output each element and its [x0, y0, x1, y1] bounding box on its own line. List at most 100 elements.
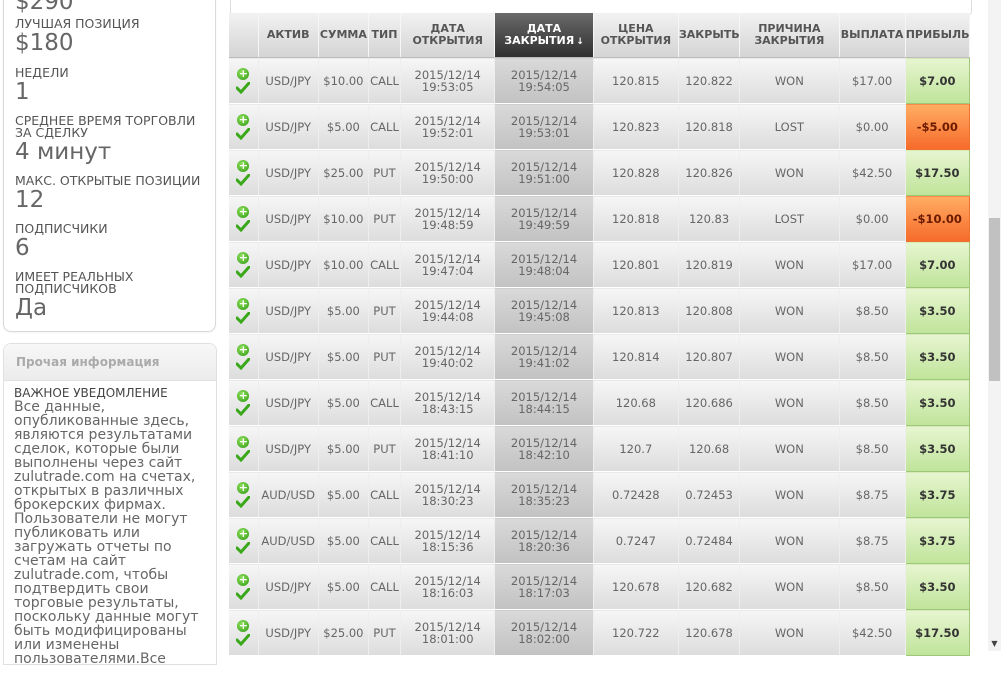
cell-profit: $3.50	[904, 425, 970, 472]
plus-circle-icon[interactable]: +	[237, 297, 250, 310]
cell-close-date-text: 19:51:00	[518, 171, 570, 186]
cell-type-text: CALL	[370, 395, 399, 410]
plus-circle-icon[interactable]: +	[237, 527, 250, 540]
cell-close-reason: LOST	[739, 103, 840, 150]
stat-value: 12	[15, 187, 45, 213]
header-col-type[interactable]: ТИП	[368, 13, 402, 58]
cell-type-text: CALL	[370, 73, 399, 88]
stat-avg-trade-time: СРЕДНЕЕ ВРЕМЯ ТОРГОВЛИ ЗА СДЕЛКУ 4 минут	[15, 113, 210, 165]
plus-circle-icon[interactable]: +	[237, 435, 250, 448]
table-row[interactable]: + USD/JPY $25.00 PUT 2015/12/14 18:01:00 2015/…	[229, 609, 970, 656]
header-col-profit[interactable]: ПРИБЫЛЬ	[905, 13, 970, 58]
plus-circle-icon[interactable]: +	[237, 343, 250, 356]
cell-profit-text: $7.00	[919, 257, 956, 272]
plus-circle-icon[interactable]: +	[237, 251, 250, 264]
plus-circle-icon[interactable]: +	[237, 619, 250, 632]
cell-open-price-text: 120.818	[612, 211, 660, 226]
header-label: ПРИЧИНА ЗАКРЫТИЯ	[754, 22, 825, 47]
stat-value: $180	[15, 30, 74, 56]
table-row[interactable]: + AUD/USD $5.00 CALL 2015/12/14 18:30:23 2015/…	[229, 471, 970, 518]
cell-asset: USD/JPY	[258, 149, 319, 196]
cell-close-date-text: 18:02:00	[518, 631, 570, 646]
table-row[interactable]: + USD/JPY $10.00 PUT 2015/12/14 19:48:59 2015/…	[229, 195, 970, 242]
cell-open-price: 120.813	[593, 287, 679, 334]
cell-close-reason-text: WON	[774, 349, 804, 364]
cell-close-reason-text: WON	[774, 579, 804, 594]
stat-real-subscribers: ИМЕЕТ РЕАЛЬНЫХ ПОДПИСЧИКОВ Да	[15, 270, 210, 320]
cell-close-date-text: 19:49:59	[518, 217, 570, 232]
cell-close-price: 0.72484	[678, 517, 741, 564]
header-label: ПРИБЫЛЬ	[905, 28, 970, 41]
header-col-close-price[interactable]: ЗАКРЫТЬ	[678, 13, 741, 58]
row-icons-cell: +	[229, 563, 259, 610]
header-col-asset[interactable]: АКТИВ	[258, 13, 319, 58]
header-col-payout[interactable]: ВЫПЛАТА	[839, 13, 906, 58]
scroll-down-arrow-icon[interactable]: ▼	[988, 637, 1001, 651]
plus-circle-icon[interactable]: +	[237, 159, 250, 172]
cell-amount-text: $25.00	[323, 165, 364, 180]
table-row[interactable]: + AUD/USD $5.00 CALL 2015/12/14 18:15:36 2015/…	[229, 517, 970, 564]
cell-type: PUT	[368, 425, 402, 472]
header-col-open-date[interactable]: ДАТА ОТКРЫТИЯ	[400, 13, 496, 58]
header-col-close-date[interactable]: ДАТА ЗАКРЫТИЯ ↓	[494, 13, 594, 58]
table-row[interactable]: + USD/JPY $5.00 PUT 2015/12/14 19:44:08 2015/1…	[229, 287, 970, 334]
header-col-open-price[interactable]: ЦЕНА ОТКРЫТИЯ	[593, 13, 679, 58]
plus-circle-icon[interactable]: +	[237, 205, 250, 218]
stat-value: 4 минут	[15, 139, 112, 165]
header-col-amount[interactable]: СУММА	[318, 13, 369, 58]
cell-type: CALL	[368, 57, 402, 104]
cell-close-reason: WON	[739, 287, 840, 334]
cell-payout-text: $8.50	[855, 441, 889, 456]
cell-profit: $3.75	[904, 471, 970, 518]
trade-history-table-wrap: АКТИВ СУММА ТИП ДАТА ОТКРЫТИЯ ДАТА ЗАКРЫТИЯ ↓…	[229, 13, 970, 673]
header-col-close-reason[interactable]: ПРИЧИНА ЗАКРЫТИЯ	[739, 13, 840, 58]
cell-close-price-text: 120.808	[685, 303, 733, 318]
page-scrollbar[interactable]: ▼	[988, 0, 1001, 651]
cell-amount: $5.00	[318, 563, 369, 610]
row-icons: +	[229, 435, 258, 462]
stat-value: 6	[15, 235, 30, 261]
row-icons-cell: +	[229, 103, 259, 150]
cell-amount-text: $5.00	[326, 395, 360, 410]
notice-text: Все данные, опубликованные здесь, являют…	[14, 399, 199, 665]
cell-asset: AUD/USD	[258, 517, 319, 564]
cell-open-date-text: 2015/12/14	[414, 113, 481, 128]
plus-circle-icon[interactable]: +	[237, 113, 250, 126]
cell-amount-text: $10.00	[323, 73, 364, 88]
cell-payout: $8.50	[839, 563, 906, 610]
cell-asset: USD/JPY	[258, 333, 319, 380]
scrollbar-thumb[interactable]	[989, 218, 1000, 381]
table-row[interactable]: + USD/JPY $25.00 PUT 2015/12/14 19:50:00 2015/…	[229, 149, 970, 196]
table-row[interactable]: + USD/JPY $5.00 CALL 2015/12/14 18:43:15 2015/…	[229, 379, 970, 426]
cell-profit-text: $7.00	[919, 73, 956, 88]
table-row[interactable]: + USD/JPY $5.00 PUT 2015/12/14 19:40:02 2015/1…	[229, 333, 970, 380]
cell-amount: $5.00	[318, 517, 369, 564]
cell-amount: $25.00	[318, 149, 369, 196]
stat-label: СРЕДНЕЕ ВРЕМЯ ТОРГОВЛИ ЗА СДЕЛКУ	[15, 113, 196, 140]
cell-close-reason: WON	[739, 149, 840, 196]
table-row[interactable]: + USD/JPY $10.00 CALL 2015/12/14 19:53:05 2015…	[229, 57, 970, 104]
cell-close-date-text: 2015/12/14	[510, 573, 578, 588]
row-icons-cell: +	[229, 149, 259, 196]
cell-asset: USD/JPY	[258, 103, 319, 150]
cell-close-reason-text: WON	[774, 303, 804, 318]
table-row[interactable]: + USD/JPY $5.00 CALL 2015/12/14 19:52:01 2015/…	[229, 103, 970, 150]
cell-close-date: 2015/12/14 19:49:59	[494, 195, 594, 242]
cell-profit-text: $3.75	[919, 487, 956, 502]
plus-circle-icon[interactable]: +	[237, 481, 250, 494]
cell-payout-text: $17.00	[851, 73, 893, 88]
header-label: ВЫПЛАТА	[840, 28, 904, 41]
cell-profit-text: -$10.00	[912, 211, 962, 226]
cell-open-price-text: 120.828	[612, 165, 660, 180]
cell-payout-text: $8.50	[855, 303, 889, 318]
cell-amount-text: $10.00	[323, 211, 364, 226]
cell-type-text: CALL	[370, 487, 399, 502]
plus-circle-icon[interactable]: +	[237, 389, 250, 402]
plus-circle-icon[interactable]: +	[237, 573, 250, 586]
cell-close-price: 120.822	[678, 57, 741, 104]
cell-close-price: 120.808	[678, 287, 741, 334]
plus-circle-icon[interactable]: +	[237, 67, 250, 80]
table-row[interactable]: + USD/JPY $10.00 CALL 2015/12/14 19:47:04 2015…	[229, 241, 970, 288]
table-row[interactable]: + USD/JPY $5.00 PUT 2015/12/14 18:41:10 2015/1…	[229, 425, 970, 472]
table-row[interactable]: + USD/JPY $5.00 CALL 2015/12/14 18:16:03 2015/…	[229, 563, 970, 610]
